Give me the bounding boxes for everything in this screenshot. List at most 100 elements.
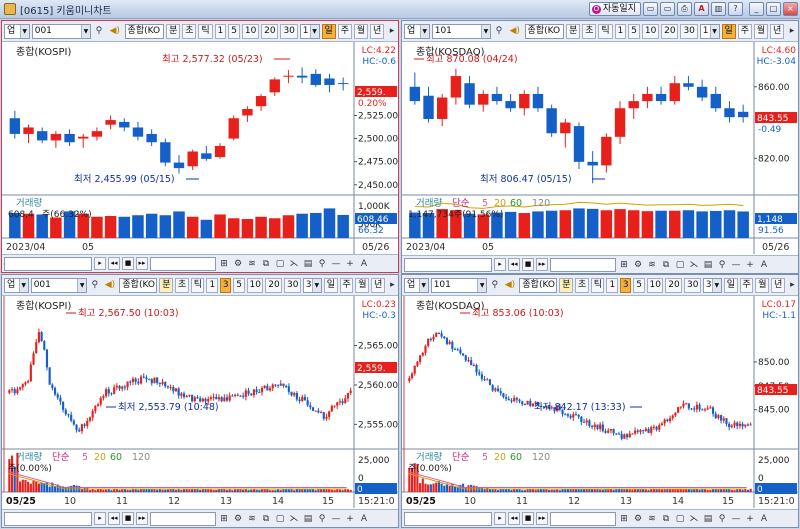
- period-button-년[interactable]: 년: [370, 23, 385, 39]
- period-button-10[interactable]: 10: [241, 23, 260, 39]
- period-button-1[interactable]: 1: [606, 277, 618, 293]
- code-input[interactable]: 101 ▼: [430, 277, 488, 293]
- search-icon[interactable]: ⚲: [493, 25, 505, 37]
- period-button-초[interactable]: 초: [182, 23, 197, 39]
- draw-icon[interactable]: ⋋: [288, 258, 300, 270]
- period-button-월[interactable]: 월: [355, 277, 370, 293]
- rewind-button[interactable]: ◂◂: [108, 512, 120, 525]
- period-button-분[interactable]: 분: [559, 277, 573, 293]
- print-icon[interactable]: ⎙: [677, 2, 692, 16]
- zoom-icon[interactable]: ⚲: [316, 513, 328, 525]
- grid-icon[interactable]: ⊞: [218, 258, 230, 270]
- font-icon[interactable]: A: [758, 513, 770, 525]
- period-button-20[interactable]: 20: [265, 277, 282, 293]
- period-button-초[interactable]: 초: [174, 277, 189, 293]
- period-button-3[interactable]: 3: [219, 277, 232, 293]
- zoom-slider[interactable]: [150, 256, 216, 271]
- period-button-30[interactable]: 30: [283, 277, 301, 293]
- period-button-년[interactable]: 년: [371, 277, 385, 293]
- plus-icon[interactable]: +: [744, 513, 756, 525]
- window-icon[interactable]: ▭: [643, 2, 658, 16]
- box-icon[interactable]: ▢: [274, 258, 286, 270]
- play-button[interactable]: ▸: [494, 258, 506, 271]
- period-button-일[interactable]: 일: [323, 277, 338, 293]
- period-button-초[interactable]: 초: [574, 277, 589, 293]
- lock-icon[interactable]: ▥: [711, 2, 726, 16]
- scroll-track[interactable]: [404, 511, 492, 526]
- box-icon[interactable]: ▢: [274, 513, 286, 525]
- minus-icon[interactable]: —: [730, 513, 742, 525]
- scroll-track[interactable]: [4, 256, 92, 271]
- period-button-5[interactable]: 5: [628, 23, 640, 39]
- search-icon[interactable]: ⚲: [93, 25, 105, 37]
- indicator-icon[interactable]: ≋: [246, 258, 258, 270]
- forward-button[interactable]: ▸▸: [136, 512, 148, 525]
- chevron-right-icon[interactable]: ▸: [787, 279, 798, 291]
- stop-button[interactable]: ■: [122, 257, 134, 270]
- chevron-down-icon[interactable]: ▼: [419, 24, 429, 38]
- zoom-slider[interactable]: [550, 257, 616, 272]
- grid-icon[interactable]: ⊞: [618, 259, 630, 271]
- chevron-down-icon[interactable]: ▼: [418, 278, 428, 292]
- chevron-down-icon[interactable]: ▼: [477, 278, 487, 292]
- chevron-down-icon[interactable]: ▼: [77, 278, 87, 292]
- index-type-select[interactable]: 종합(KO: [519, 277, 558, 293]
- indicator-icon[interactable]: ≋: [646, 259, 658, 271]
- chevron-down-icon[interactable]: ▼: [709, 24, 719, 38]
- chevron-down-icon[interactable]: ▼: [480, 24, 490, 38]
- period-button-20[interactable]: 20: [665, 277, 682, 293]
- copy-icon[interactable]: ⧉: [260, 513, 272, 525]
- period-button-10[interactable]: 10: [246, 277, 264, 293]
- indicator-icon[interactable]: ≋: [246, 513, 258, 525]
- table-icon[interactable]: ▤: [302, 513, 314, 525]
- market-select[interactable]: 업 ▼: [4, 23, 30, 39]
- chevron-right-icon[interactable]: ▸: [786, 25, 798, 37]
- help-icon[interactable]: ?: [728, 2, 743, 16]
- period-button-1[interactable]: 1: [214, 23, 227, 39]
- period-button-10[interactable]: 10: [646, 277, 664, 293]
- zoom-slider[interactable]: [550, 511, 616, 526]
- draw-icon[interactable]: ⋋: [288, 513, 300, 525]
- period-button-20[interactable]: 20: [661, 23, 679, 39]
- chevron-down-icon[interactable]: ▼: [309, 24, 319, 38]
- period-button-30[interactable]: 30: [680, 23, 698, 39]
- period-button-일[interactable]: 일: [723, 277, 738, 293]
- period-button-주[interactable]: 주: [739, 277, 754, 293]
- chevron-right-icon[interactable]: ▸: [386, 25, 398, 37]
- plus-icon[interactable]: +: [744, 259, 756, 271]
- grid-icon[interactable]: ⊞: [218, 513, 230, 525]
- settings-icon[interactable]: ⚙: [232, 258, 244, 270]
- period-button-10[interactable]: 10: [641, 23, 660, 39]
- maximize-button[interactable]: □: [766, 2, 781, 16]
- font-icon[interactable]: A: [358, 258, 370, 270]
- settings-icon[interactable]: ⚙: [632, 513, 644, 525]
- market-select[interactable]: 업 ▼: [4, 277, 29, 293]
- rewind-button[interactable]: ◂◂: [108, 257, 120, 270]
- chevron-down-icon[interactable]: ▼: [18, 278, 28, 292]
- period-button-년[interactable]: 년: [770, 23, 785, 39]
- zoom-icon[interactable]: ⚲: [316, 258, 328, 270]
- forward-button[interactable]: ▸▸: [136, 257, 148, 270]
- period-button-30[interactable]: 30: [280, 23, 298, 39]
- font-icon[interactable]: A: [358, 513, 370, 525]
- market-select[interactable]: 업 ▼: [404, 277, 429, 293]
- rewind-button[interactable]: ◂◂: [508, 512, 520, 525]
- box-icon[interactable]: ▢: [674, 259, 686, 271]
- minus-icon[interactable]: —: [330, 258, 342, 270]
- period-button-30[interactable]: 30: [683, 277, 701, 293]
- draw-icon[interactable]: ⋋: [688, 259, 700, 271]
- stop-button[interactable]: ■: [122, 512, 134, 525]
- period-button-분[interactable]: 분: [166, 23, 181, 39]
- chevron-down-icon[interactable]: ▼: [80, 24, 90, 38]
- grid-icon[interactable]: ⊞: [618, 513, 630, 525]
- zoom-icon[interactable]: ⚲: [716, 259, 728, 271]
- interval-select[interactable]: 1 ▼: [699, 23, 720, 39]
- chevron-down-icon[interactable]: ▼: [19, 24, 29, 38]
- close-button[interactable]: ×: [783, 2, 798, 16]
- interval-select[interactable]: 3 ▼: [702, 277, 722, 293]
- period-button-주[interactable]: 주: [737, 23, 752, 39]
- table-icon[interactable]: ▤: [702, 513, 714, 525]
- search-icon[interactable]: ⚲: [89, 279, 100, 291]
- period-button-틱[interactable]: 틱: [598, 23, 613, 39]
- copy-icon[interactable]: ⧉: [660, 513, 672, 525]
